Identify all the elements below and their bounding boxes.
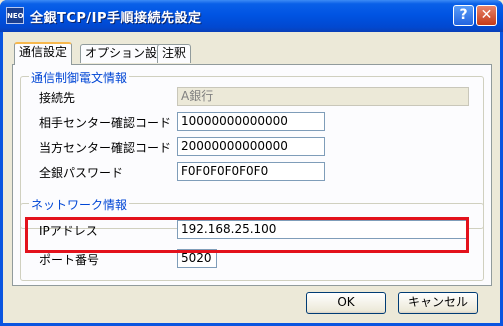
port-number-label: ポート番号 <box>39 253 100 267</box>
tab-communication-settings[interactable]: 通信設定 <box>14 42 73 65</box>
tab-notes[interactable]: 注釈 <box>157 44 192 63</box>
dialog-client-area: 通信設定 オプション設定 注釈 通信制御電文情報 接続先 A銀行 相手センター確… <box>3 32 500 323</box>
title-bar[interactable]: NEO 全銀TCP/IP手順接続先設定 ? ✕ <box>0 0 503 32</box>
our-center-code-field[interactable]: 20000000000000 <box>177 137 325 156</box>
close-button[interactable]: ✕ <box>476 5 497 26</box>
zengin-password-label: 全銀パスワード <box>39 166 124 180</box>
partner-center-code-label: 相手センター確認コード <box>39 116 172 130</box>
network-group-title: ネットワーク情報 <box>29 196 130 213</box>
connection-label: 接続先 <box>39 91 76 105</box>
connection-field[interactable]: A銀行 <box>177 87 469 106</box>
highlight-box <box>25 217 469 253</box>
ok-button[interactable]: OK <box>306 292 386 314</box>
app-icon: NEO <box>6 7 24 24</box>
window-title: 全銀TCP/IP手順接続先設定 <box>30 11 202 26</box>
cancel-button[interactable]: キャンセル <box>398 292 478 314</box>
dialog-window: NEO 全銀TCP/IP手順接続先設定 ? ✕ 通信設定 オプション設定 注釈 … <box>0 0 503 326</box>
zengin-password-field[interactable]: F0F0F0F0F0F0 <box>177 162 325 181</box>
help-button[interactable]: ? <box>453 5 474 26</box>
our-center-code-label: 当方センター確認コード <box>39 141 172 155</box>
comm-control-group-title: 通信制御電文情報 <box>29 69 130 86</box>
partner-center-code-field[interactable]: 10000000000000 <box>177 112 325 131</box>
